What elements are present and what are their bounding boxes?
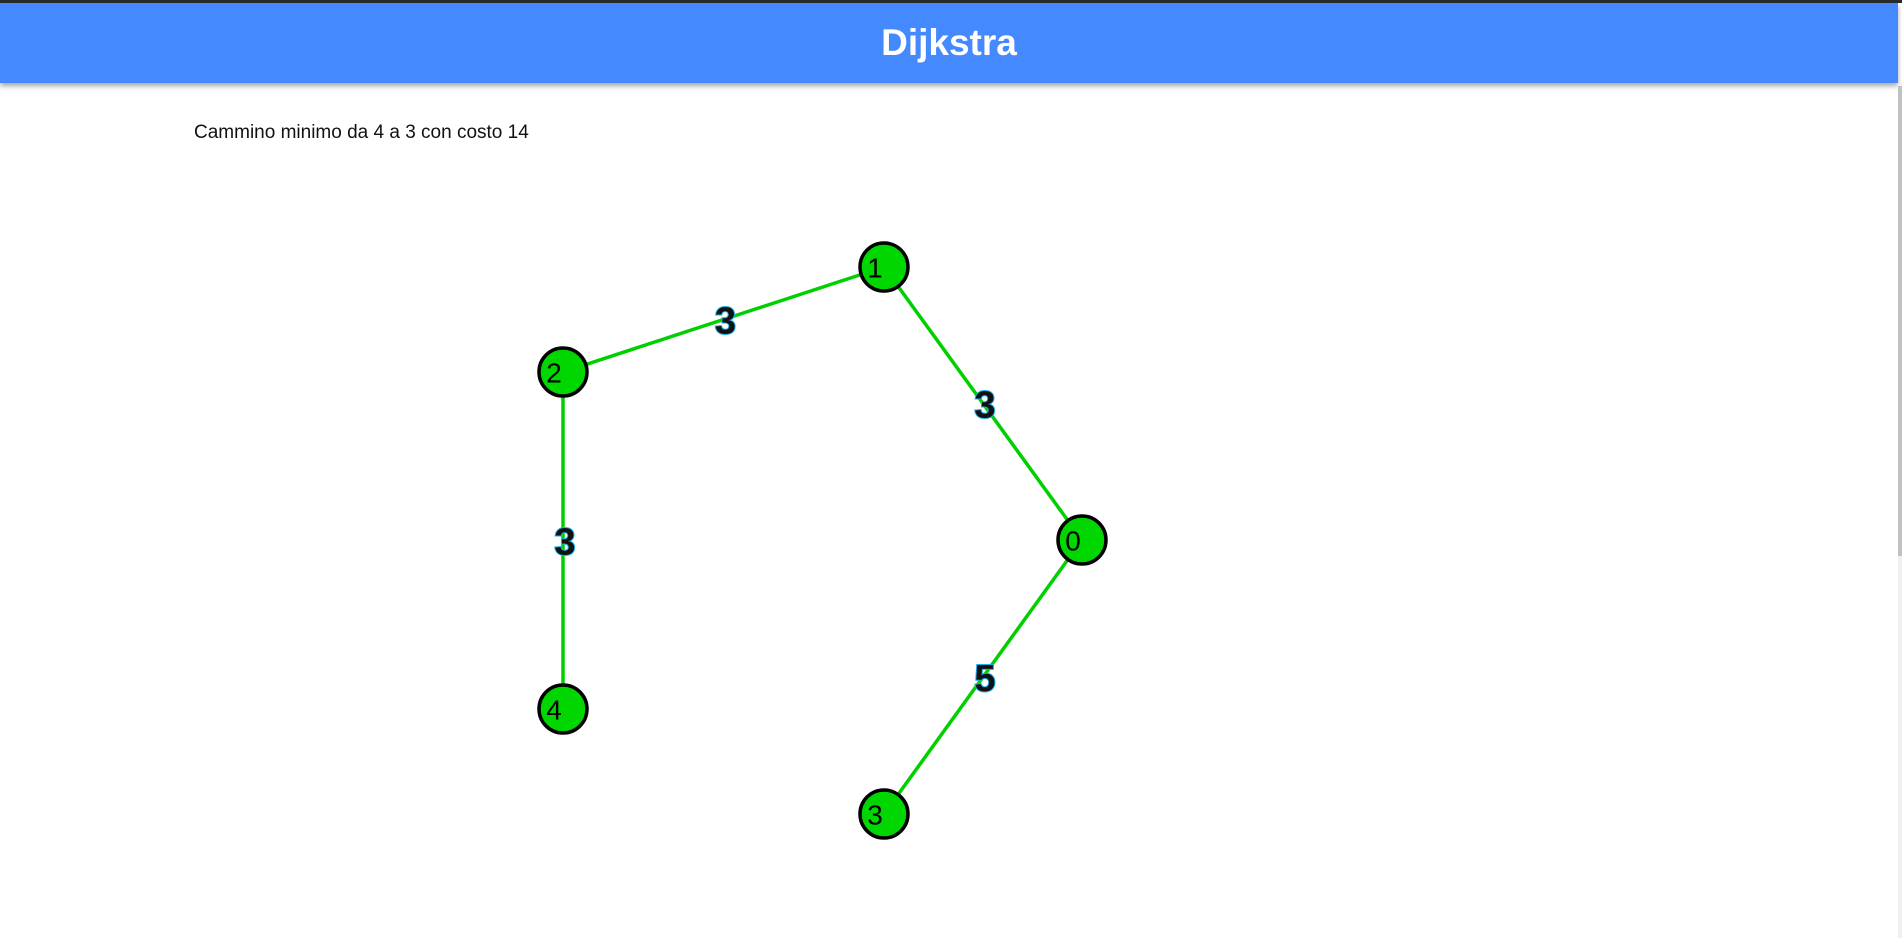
edge-weight-0-3: 5 [974,658,995,700]
node-label: 2 [546,358,562,389]
edge-weight-2-1: 3 [715,301,736,343]
graph-node-2: 2 [537,346,589,398]
edge-weight-1-0: 3 [974,385,995,427]
node-label: 4 [546,695,562,726]
edges-layer [561,265,1084,816]
graph-node-1: 1 [858,241,910,293]
edge-weight-2-4: 3 [554,522,575,564]
graph-node-4: 4 [537,683,589,735]
node-label: 0 [1065,526,1081,557]
node-label: 3 [867,800,883,831]
graph-diagram: 3 3 3 5 0 1 2 3 4 [537,241,1108,840]
nodes-layer: 0 1 2 3 4 [537,241,1108,840]
edge-weights-layer: 3 3 3 5 [553,300,996,702]
graph-node-0: 0 [1056,514,1108,566]
graph-node-3: 3 [858,788,910,840]
node-label: 1 [867,253,883,284]
